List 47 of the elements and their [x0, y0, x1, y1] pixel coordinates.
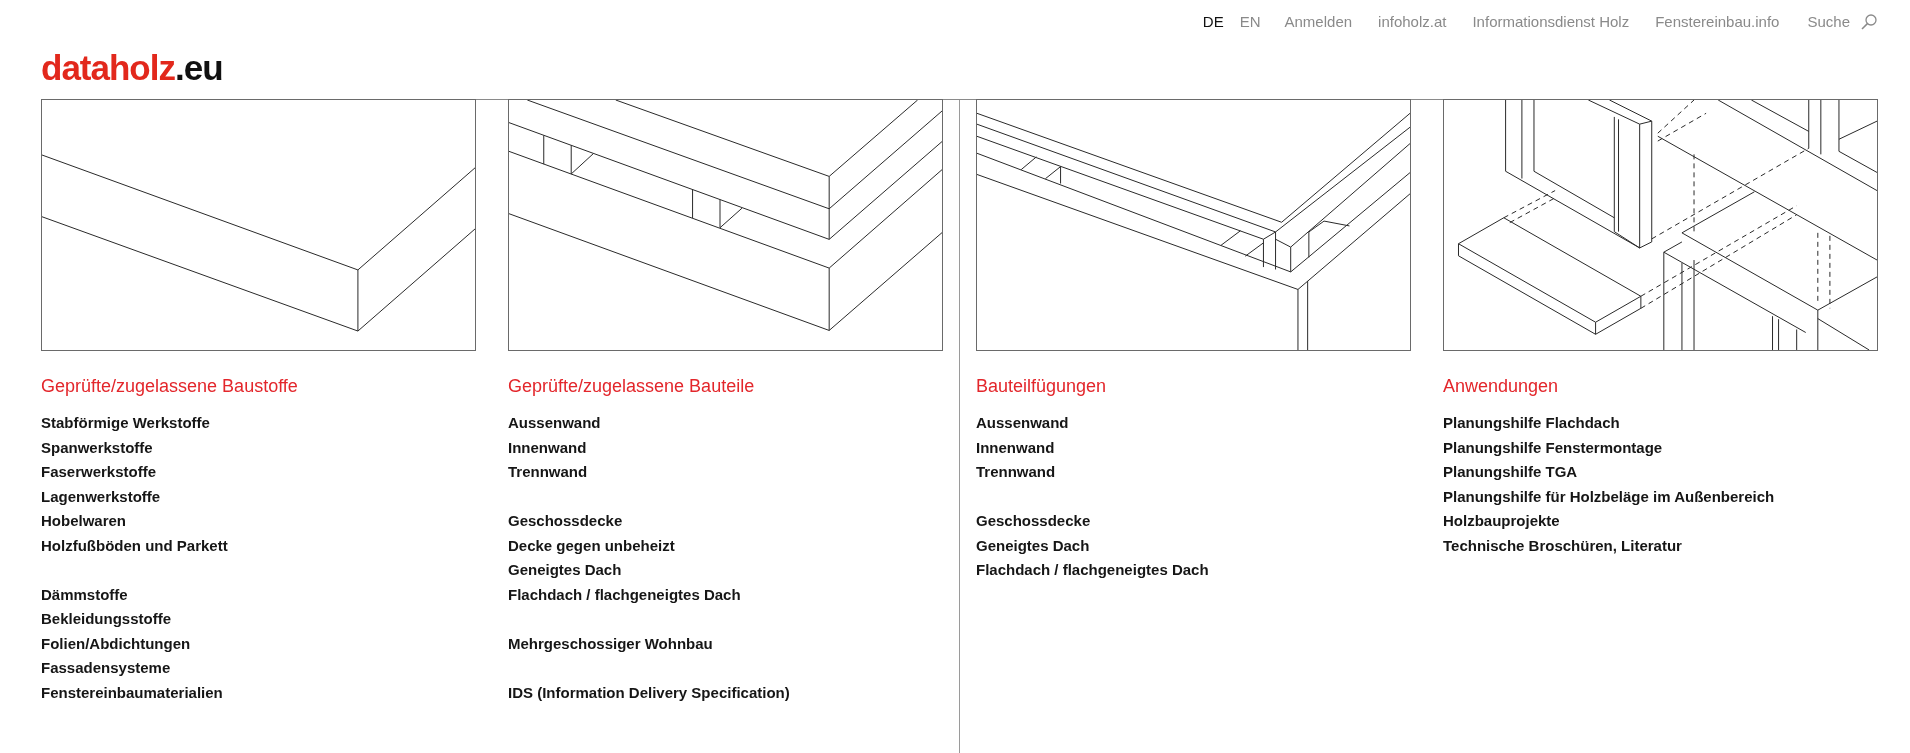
- category-link[interactable]: Holzbauprojekte: [1443, 509, 1560, 534]
- stacked-beams-drawing[interactable]: [508, 99, 943, 351]
- section-heading[interactable]: Bauteilfügungen: [976, 374, 1107, 398]
- language-link[interactable]: DE: [1202, 13, 1224, 31]
- category-link[interactable]: Technische Broschüren, Literatur: [1443, 533, 1682, 558]
- exploded-assembly-drawing[interactable]: [1443, 99, 1878, 351]
- category-link[interactable]: Flachdach / flachgeneigtes Dach: [508, 582, 741, 607]
- category-link[interactable]: Geschossdecke: [508, 509, 623, 534]
- category-link[interactable]: Bekleidungsstoffe: [41, 607, 172, 632]
- category-link[interactable]: Stabförmige Werkstoffe: [41, 411, 210, 436]
- wooden-plank-drawing[interactable]: [41, 99, 476, 351]
- category-link[interactable]: Geneigtes Dach: [508, 558, 622, 583]
- category-link[interactable]: Hobelwaren: [41, 509, 127, 534]
- site-logo[interactable]: dataholz.eu: [41, 48, 223, 88]
- category-link[interactable]: IDS (Information Delivery Specification): [508, 680, 790, 705]
- category-link[interactable]: Aussenwand: [976, 411, 1069, 436]
- nav-link[interactable]: Informationsdienst Holz: [1472, 13, 1630, 31]
- section-heading[interactable]: Anwendungen: [1443, 374, 1559, 398]
- category-link[interactable]: Flachdach / flachgeneigtes Dach: [976, 558, 1209, 583]
- category-link[interactable]: Fenstereinbaumaterialien: [41, 680, 223, 705]
- category-link[interactable]: Mehrgeschossiger Wohnbau: [508, 631, 713, 656]
- category-link[interactable]: Planungshilfe TGA: [1443, 460, 1578, 485]
- category-link[interactable]: Planungshilfe Flachdach: [1443, 411, 1620, 436]
- nav-link[interactable]: infoholz.at: [1378, 13, 1447, 31]
- nav-link[interactable]: Fenstereinbau.info: [1655, 13, 1780, 31]
- category-link[interactable]: Folien/Abdichtungen: [41, 631, 191, 656]
- category-link[interactable]: Geschossdecke: [976, 509, 1091, 534]
- category-link[interactable]: Dämmstoffe: [41, 582, 128, 607]
- category-link[interactable]: Geneigtes Dach: [976, 533, 1090, 558]
- category-link[interactable]: Trennwand: [508, 460, 588, 485]
- search-button[interactable]: Suche: [1807, 13, 1877, 31]
- category-link[interactable]: Fassadensysteme: [41, 656, 171, 681]
- section-heading[interactable]: Geprüfte/zugelassene Bauteile: [508, 374, 755, 398]
- search-icon: [1861, 14, 1877, 30]
- category-link[interactable]: Planungshilfe für Holzbeläge im Außenbereich: [1443, 484, 1775, 509]
- category-link[interactable]: Trennwand: [976, 460, 1056, 485]
- category-link[interactable]: Holzfußböden und Parkett: [41, 533, 228, 558]
- category-link[interactable]: Innenwand: [976, 435, 1055, 460]
- category-link[interactable]: Innenwand: [508, 435, 587, 460]
- category-link[interactable]: Decke gegen unbeheizt: [508, 533, 675, 558]
- category-link[interactable]: Aussenwand: [508, 411, 601, 436]
- category-link[interactable]: Spanwerkstoffe: [41, 435, 153, 460]
- category-link[interactable]: Faserwerkstoffe: [41, 460, 157, 485]
- section-heading[interactable]: Geprüfte/zugelassene Baustoffe: [41, 374, 298, 398]
- corner-joint-drawing[interactable]: [976, 99, 1411, 351]
- category-link[interactable]: Planungshilfe Fenstermontage: [1443, 435, 1663, 460]
- category-link[interactable]: Lagenwerkstoffe: [41, 484, 161, 509]
